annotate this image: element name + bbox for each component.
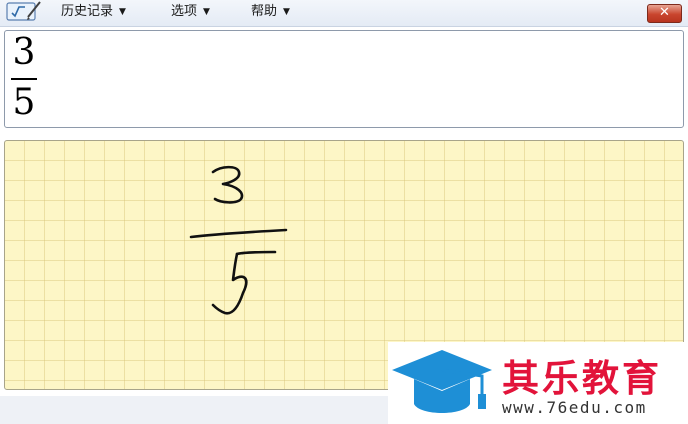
menu-bar: 历史记录 ▼ 选项 ▼ 帮助 ▼ ✕ bbox=[0, 0, 688, 27]
fraction-preview: 3 5 bbox=[11, 33, 37, 123]
menu-help-label: 帮助 bbox=[251, 4, 278, 19]
preview-pane[interactable]: 3 5 bbox=[4, 30, 684, 128]
watermark-url: www.76edu.com bbox=[502, 398, 647, 417]
ink-stroke-5-body bbox=[211, 252, 248, 315]
menu-options[interactable]: 选项 ▼ bbox=[171, 2, 210, 22]
watermark-logo: 其乐教育 www.76edu.com bbox=[388, 342, 688, 424]
menu-options-label: 选项 bbox=[171, 4, 198, 19]
watermark-name: 其乐教育 bbox=[502, 357, 662, 400]
close-icon: ✕ bbox=[659, 5, 670, 20]
ink-stroke-5-top bbox=[235, 250, 277, 256]
menu-history[interactable]: 历史记录 ▼ bbox=[61, 2, 126, 22]
numerator: 3 bbox=[12, 32, 36, 73]
fraction-bar bbox=[11, 78, 37, 80]
math-input-icon[interactable] bbox=[4, 0, 42, 22]
denominator: 5 bbox=[12, 82, 36, 123]
graduation-cap-icon bbox=[392, 350, 492, 413]
ink-stroke-3 bbox=[211, 165, 244, 204]
menu-help[interactable]: 帮助 ▼ bbox=[251, 2, 290, 22]
chevron-down-icon: ▼ bbox=[283, 7, 290, 17]
menu-history-label: 历史记录 bbox=[61, 4, 114, 19]
chevron-down-icon: ▼ bbox=[203, 7, 210, 17]
ink-stroke-bar bbox=[189, 228, 288, 239]
close-button[interactable]: ✕ bbox=[647, 4, 682, 23]
chevron-down-icon: ▼ bbox=[119, 7, 126, 17]
